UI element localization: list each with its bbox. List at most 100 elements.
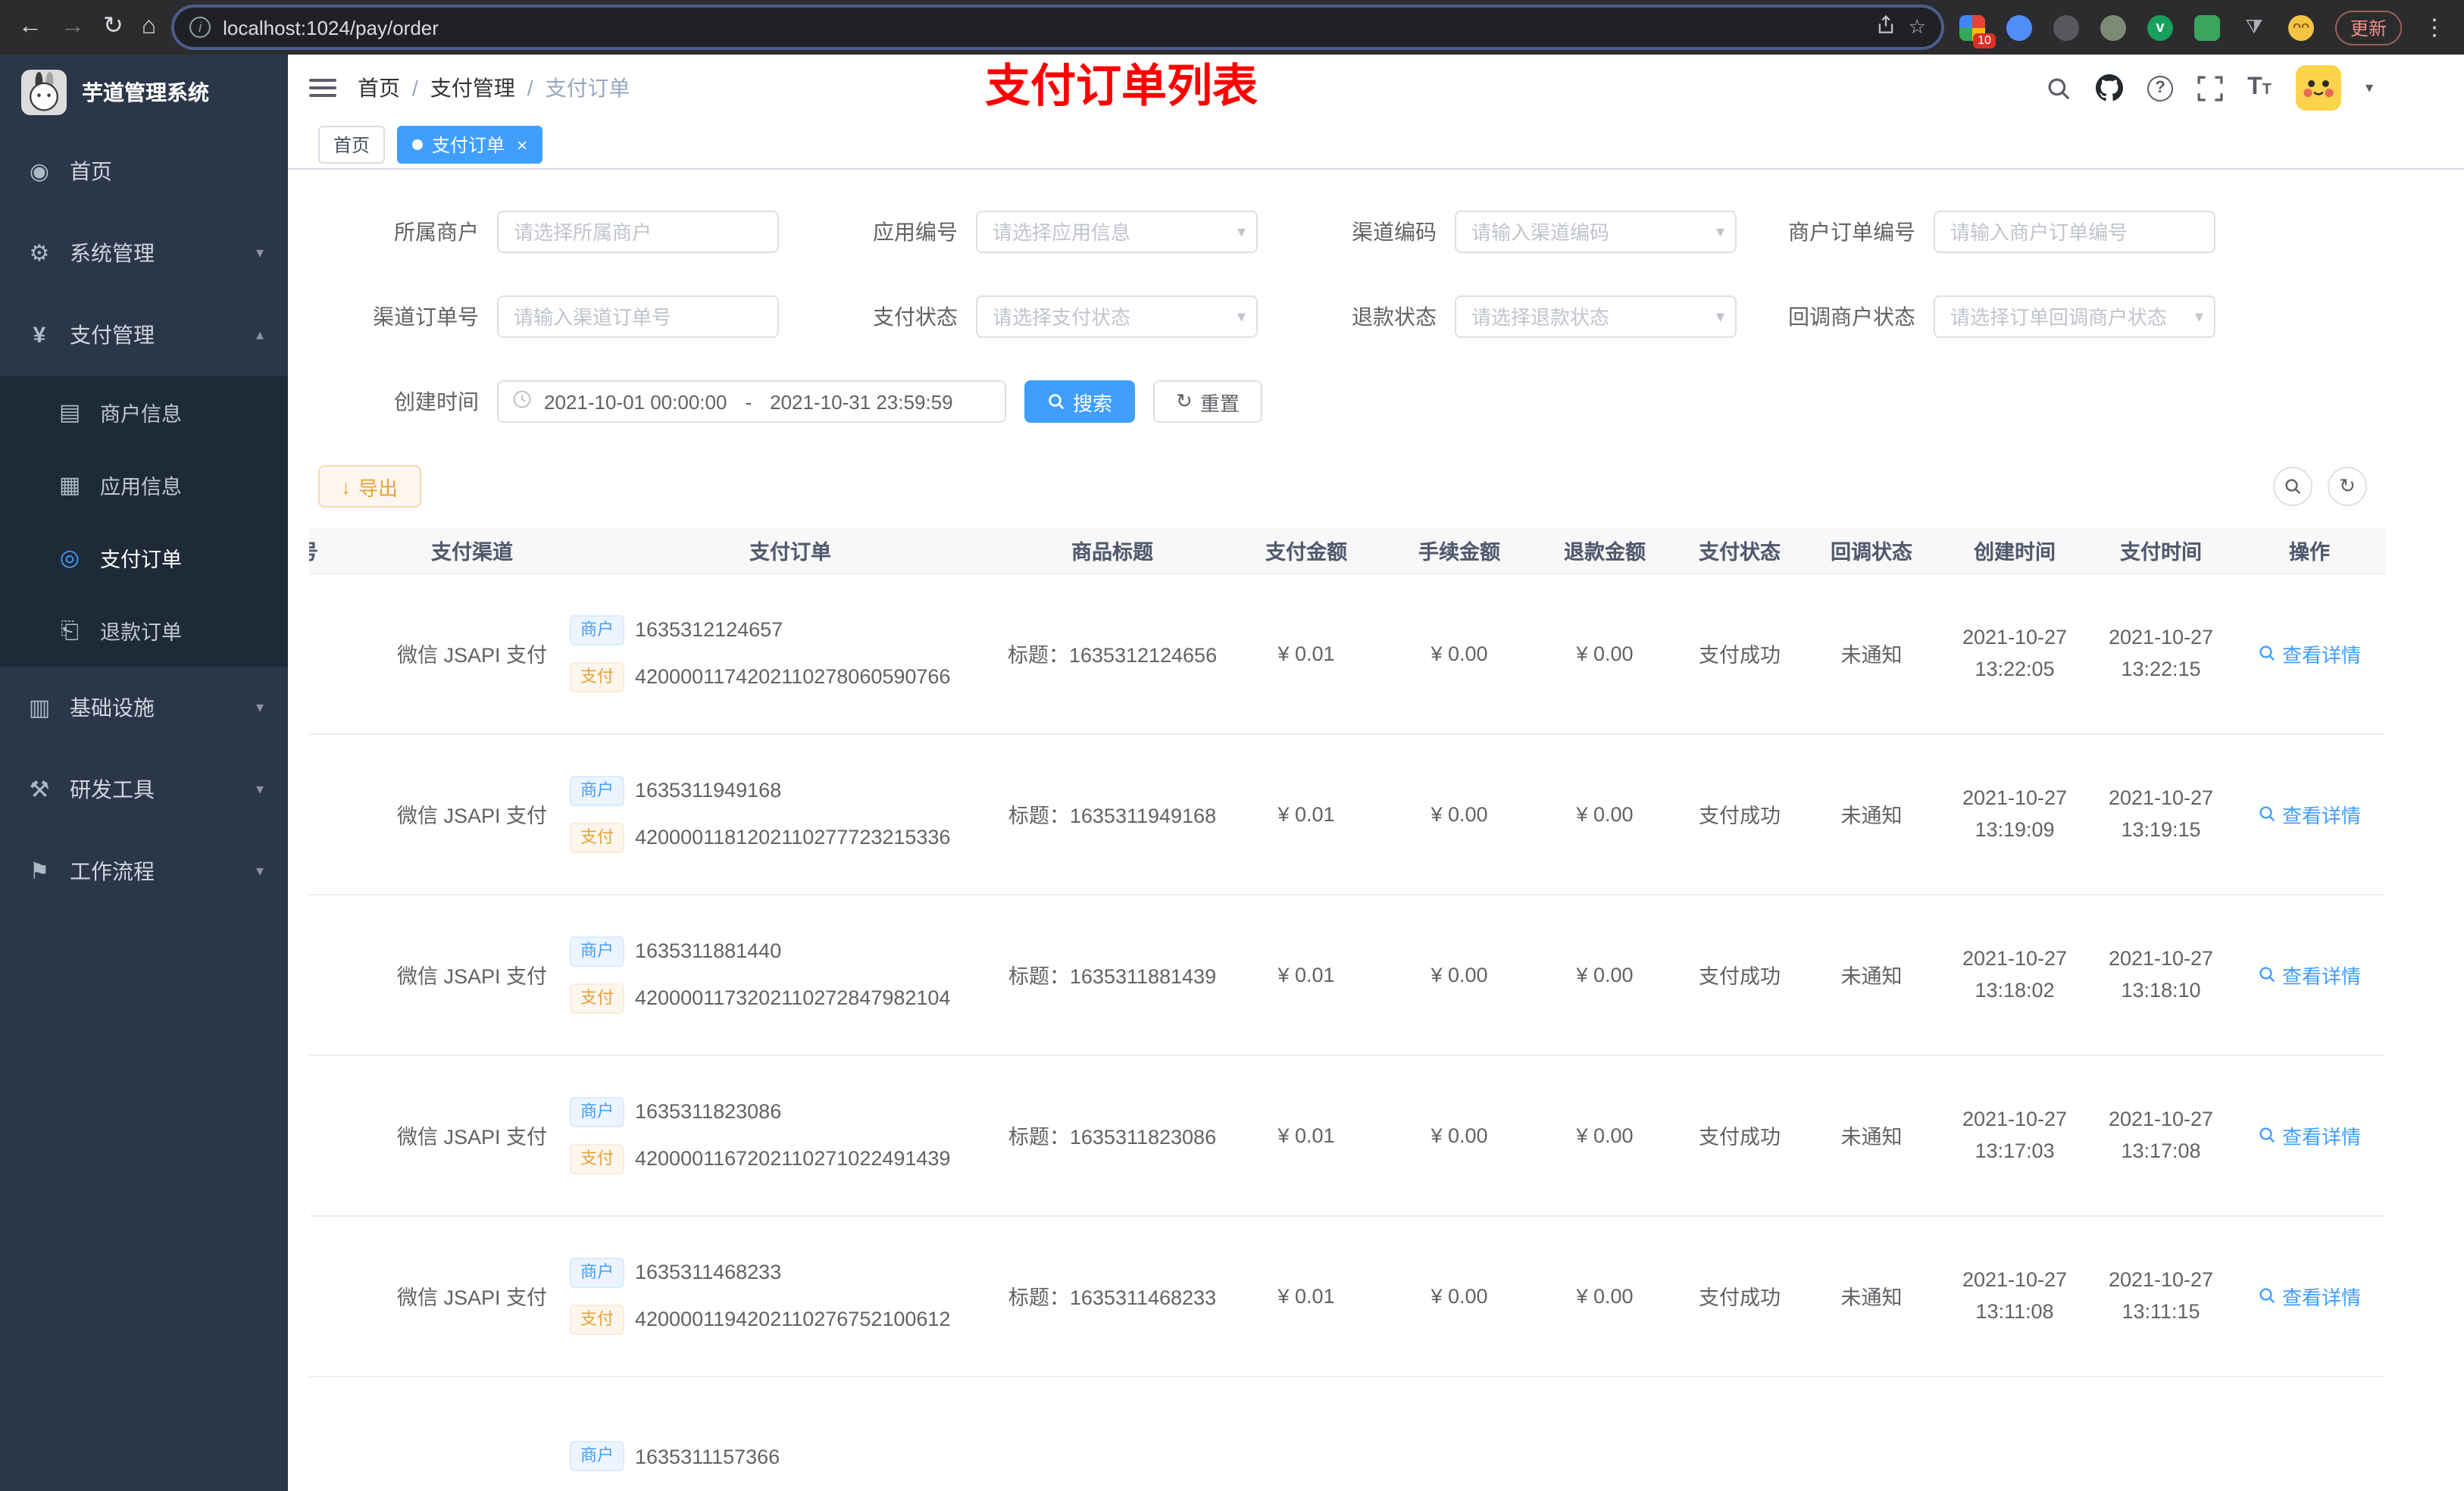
merchant-select[interactable]: [497, 211, 779, 253]
channel-code-select[interactable]: [1455, 211, 1737, 253]
app-title: 芋道管理系统: [82, 80, 209, 105]
merchant-badge: 商户: [570, 775, 624, 805]
ext-emoji-icon[interactable]: ᴖᴖ: [2287, 14, 2314, 40]
col-notify: 回调状态: [1802, 527, 1941, 574]
pay-status-select[interactable]: [976, 295, 1258, 338]
logo-avatar: [21, 70, 67, 115]
ext-circle-icon[interactable]: [2100, 14, 2126, 40]
address-bar[interactable]: i localhost:1024/pay/order ☆: [174, 8, 1941, 47]
search-icon: [2259, 1288, 2275, 1304]
date-start[interactable]: 2021-10-01 00:00:00: [544, 390, 727, 413]
breadcrumb: 首页 / 支付管理 / 支付订单: [358, 73, 630, 103]
notify-status-select[interactable]: [1934, 295, 2215, 338]
cell-actions: 查看详情: [2234, 733, 2385, 895]
table-header-row: 编号 支付渠道 支付订单 商品标题 支付金额 手续金额 退款金额 支付状态 回调…: [309, 527, 2385, 574]
app-select[interactable]: [976, 211, 1258, 253]
sidebar-item-workflow[interactable]: ⚑ 工作流程 ▾: [0, 830, 288, 912]
merchant-order-no: 1635311881440: [635, 939, 782, 962]
ext-chat-icon[interactable]: [2194, 14, 2220, 40]
cell-status: 支付成功: [1678, 733, 1802, 895]
cell-id: 18: [309, 1055, 377, 1216]
filter-label-app: 应用编号: [873, 220, 958, 244]
sidebar-item-system[interactable]: ⚙ 系统管理 ▾: [0, 212, 288, 294]
export-button[interactable]: ↓ 导出: [318, 465, 421, 508]
date-end[interactable]: 2021-10-31 23:59:59: [770, 390, 952, 413]
cell-title: [999, 1376, 1226, 1491]
chevron-down-icon: ▾: [255, 699, 264, 716]
cell-refund: ¥ 0.00: [1532, 1215, 1678, 1377]
site-info-icon[interactable]: i: [189, 17, 211, 38]
view-detail-link[interactable]: 查看详情: [2258, 799, 2361, 828]
font-size-icon[interactable]: TT: [2247, 74, 2272, 102]
fullscreen-icon[interactable]: [2197, 75, 2223, 101]
sidebar-item-home[interactable]: ◉ 首页: [0, 130, 288, 212]
sidebar-item-app-info[interactable]: ▦ 应用信息: [0, 449, 288, 521]
view-detail-link[interactable]: 查看详情: [2258, 960, 2361, 989]
channel-order-no: 4200001167202110271022491439: [635, 1147, 951, 1170]
browser-update-button[interactable]: 更新: [2334, 10, 2402, 45]
breadcrumb-payment[interactable]: 支付管理: [430, 73, 515, 103]
reload-icon[interactable]: ↻: [103, 14, 124, 39]
cell-notify: 未通知: [1802, 1055, 1941, 1216]
merchant-order-no-input[interactable]: [1934, 211, 2215, 253]
cell-create-time: 2021-10-27 13:22:05: [1941, 573, 2088, 734]
sidebar-item-payment[interactable]: ¥ 支付管理 ▴: [0, 294, 288, 376]
clock-icon: [512, 389, 532, 414]
collapse-menu-icon[interactable]: [309, 79, 336, 97]
github-icon[interactable]: [2096, 74, 2124, 102]
view-detail-link[interactable]: 查看详情: [2258, 1121, 2361, 1149]
ext-globe-icon[interactable]: [2053, 14, 2079, 40]
breadcrumb-home[interactable]: 首页: [358, 73, 400, 103]
header-actions: ? TT ▾: [2046, 65, 2373, 111]
merchant-order-no: 1635311157366: [635, 1445, 780, 1468]
filter-label-refund-status: 退款状态: [1352, 305, 1437, 329]
ext-drop-icon[interactable]: [2006, 14, 2032, 40]
reset-button[interactable]: ↻ 重置: [1153, 380, 1262, 423]
sidebar-item-refund-order[interactable]: ⎗ 退款订单: [0, 594, 288, 667]
cell-refund: ¥ 0.00: [1532, 1055, 1678, 1216]
app-logo[interactable]: 芋道管理系统: [0, 55, 288, 130]
cell-create-time: 2021-10-27 13:17:03: [1941, 1055, 2088, 1216]
dashboard-icon: ◉: [29, 159, 50, 185]
view-detail-link[interactable]: 查看详情: [2258, 1281, 2361, 1310]
channel-order-no-input[interactable]: [497, 295, 779, 338]
date-range-picker[interactable]: 2021-10-01 00:00:00 - 2021-10-31 23:59:5…: [497, 380, 1006, 423]
sidebar-item-infra[interactable]: ▥ 基础设施 ▾: [0, 667, 288, 749]
browser-menu-icon[interactable]: ⋮: [2423, 14, 2446, 41]
tab-home[interactable]: 首页: [318, 126, 386, 164]
view-detail-link[interactable]: 查看详情: [2258, 639, 2361, 667]
cell-channel: 微信 JSAPI 支付: [377, 733, 567, 895]
extensions-puzzle-icon[interactable]: ⧩: [2241, 14, 2267, 40]
cell-pay-time: 2021-10-27 13:19:15: [2088, 733, 2234, 895]
bookmark-star-icon[interactable]: ☆: [1909, 15, 1926, 39]
refresh-table-button[interactable]: ↻: [2328, 467, 2367, 506]
search-button[interactable]: 搜索: [1024, 380, 1136, 423]
sidebar-item-pay-order[interactable]: ◎ 支付订单: [0, 521, 288, 594]
avatar-caret-icon[interactable]: ▾: [2366, 80, 2373, 96]
sidebar-item-merchant-info[interactable]: ▤ 商户信息: [0, 376, 288, 449]
col-status: 支付状态: [1678, 527, 1802, 574]
forward-icon[interactable]: →: [61, 14, 85, 39]
tab-pay-order[interactable]: 支付订单 ×: [397, 126, 543, 164]
filter-label-channel-order-no: 渠道订单号: [373, 305, 479, 329]
refund-status-select[interactable]: [1455, 295, 1737, 338]
help-icon[interactable]: ?: [2147, 75, 2174, 101]
search-icon[interactable]: [2046, 75, 2072, 101]
table-row: 19 微信 JSAPI 支付 商户 1635311881440 支付 42000…: [309, 894, 2385, 1055]
home-icon[interactable]: ⌂: [142, 14, 156, 39]
close-icon[interactable]: ×: [517, 134, 527, 155]
cell-pay-time: [2088, 1376, 2234, 1491]
url-text[interactable]: localhost:1024/pay/order: [223, 16, 1865, 39]
user-avatar[interactable]: [2295, 65, 2341, 111]
sidebar-item-devtools[interactable]: ⚒ 研发工具 ▾: [0, 749, 288, 830]
sidebar: 芋道管理系统 ◉ 首页 ⚙ 系统管理 ▾ ¥ 支付管理 ▴ ▤ 商户信息 ▦ 应…: [0, 55, 288, 1491]
share-icon[interactable]: [1877, 15, 1896, 39]
cell-amount: [1226, 1376, 1387, 1491]
pay-badge: 支付: [570, 983, 624, 1013]
ext-palette-icon[interactable]: 10: [1959, 14, 1996, 48]
cell-refund: ¥ 0.00: [1532, 573, 1678, 734]
back-icon[interactable]: ←: [18, 14, 42, 39]
cell-refund: [1532, 1376, 1678, 1491]
ext-check-icon[interactable]: v: [2147, 14, 2173, 40]
toggle-search-button[interactable]: [2273, 467, 2312, 506]
